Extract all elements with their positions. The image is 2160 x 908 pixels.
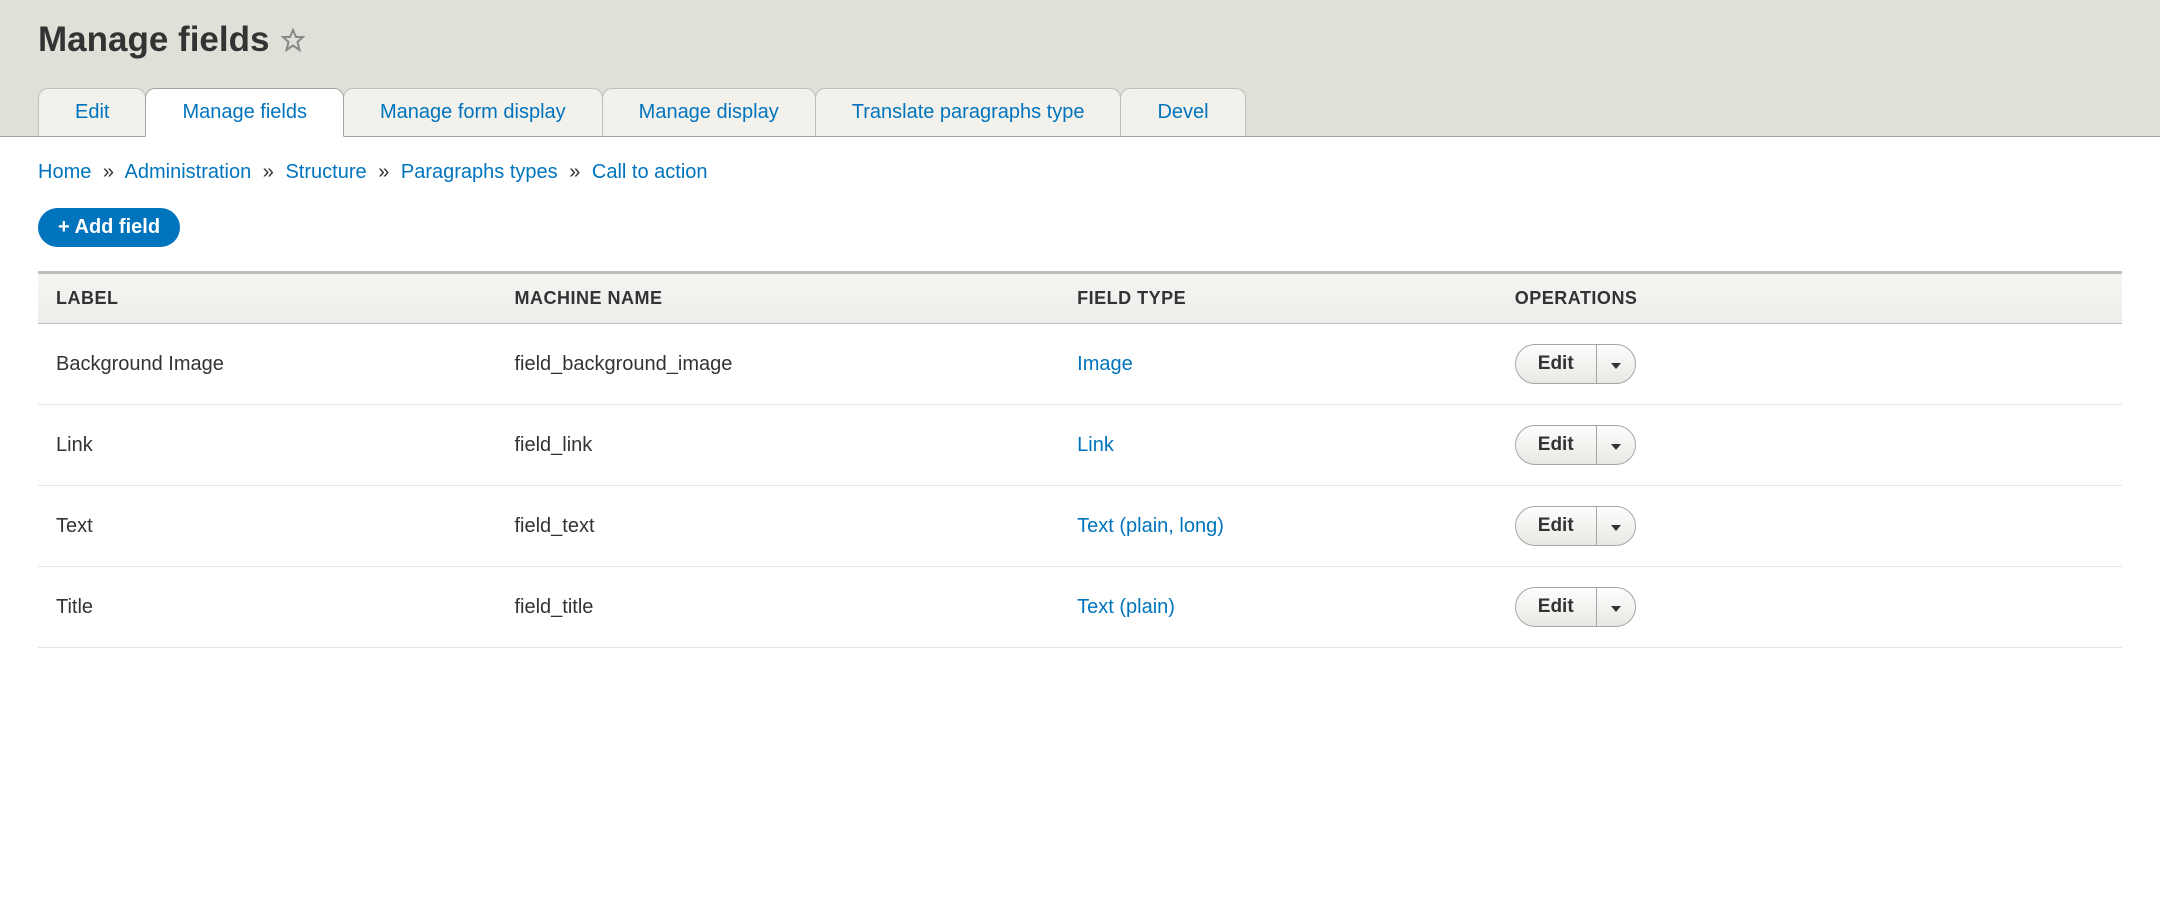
- breadcrumb-link[interactable]: Call to action: [592, 161, 708, 183]
- table-header-row: LABEL MACHINE NAME FIELD TYPE OPERATIONS: [38, 273, 2122, 324]
- cell-label: Background Image: [38, 324, 496, 405]
- breadcrumb-separator: »: [263, 161, 274, 183]
- cell-operations: Edit: [1497, 486, 2122, 567]
- cell-field-type: Text (plain, long): [1059, 486, 1497, 567]
- table-header-machine: MACHINE NAME: [496, 273, 1059, 324]
- dropbutton-toggle[interactable]: [1596, 345, 1635, 383]
- tab-label[interactable]: Manage form display: [344, 89, 602, 136]
- chevron-down-icon: [1611, 519, 1621, 534]
- field-type-link[interactable]: Text (plain): [1077, 596, 1175, 618]
- cell-operations: Edit: [1497, 405, 2122, 486]
- tab-manage-fields[interactable]: Manage fields: [145, 88, 344, 137]
- edit-button[interactable]: Edit: [1516, 426, 1596, 464]
- tab-manage-form-display[interactable]: Manage form display: [343, 88, 603, 136]
- chevron-down-icon: [1611, 600, 1621, 615]
- table-row: Background Image field_background_image …: [38, 324, 2122, 405]
- dropbutton: Edit: [1515, 587, 1636, 627]
- dropbutton: Edit: [1515, 506, 1636, 546]
- breadcrumb-link[interactable]: Home: [38, 161, 91, 183]
- add-field-button[interactable]: + Add field: [38, 208, 180, 247]
- dropbutton-toggle[interactable]: [1596, 426, 1635, 464]
- edit-button[interactable]: Edit: [1516, 507, 1596, 545]
- edit-button[interactable]: Edit: [1516, 345, 1596, 383]
- cell-field-type: Image: [1059, 324, 1497, 405]
- cell-machine-name: field_link: [496, 405, 1059, 486]
- tab-label[interactable]: Manage display: [603, 89, 815, 136]
- table-row: Title field_title Text (plain) Edit: [38, 567, 2122, 648]
- cell-label: Link: [38, 405, 496, 486]
- fields-table: LABEL MACHINE NAME FIELD TYPE OPERATIONS…: [38, 271, 2122, 648]
- table-header-operations: OPERATIONS: [1497, 273, 2122, 324]
- dropbutton-toggle[interactable]: [1596, 507, 1635, 545]
- breadcrumb-link[interactable]: Administration: [125, 161, 252, 183]
- breadcrumb-link[interactable]: Paragraphs types: [401, 161, 558, 183]
- table-header-label: LABEL: [38, 273, 496, 324]
- dropbutton: Edit: [1515, 425, 1636, 465]
- cell-machine-name: field_background_image: [496, 324, 1059, 405]
- table-header-type: FIELD TYPE: [1059, 273, 1497, 324]
- page-title: Manage fields: [38, 20, 269, 60]
- edit-button[interactable]: Edit: [1516, 588, 1596, 626]
- cell-field-type: Link: [1059, 405, 1497, 486]
- field-type-link[interactable]: Image: [1077, 353, 1133, 375]
- chevron-down-icon: [1611, 438, 1621, 453]
- cell-label: Title: [38, 567, 496, 648]
- dropbutton: Edit: [1515, 344, 1636, 384]
- field-type-link[interactable]: Text (plain, long): [1077, 515, 1224, 537]
- chevron-down-icon: [1611, 357, 1621, 372]
- dropbutton-toggle[interactable]: [1596, 588, 1635, 626]
- breadcrumb-separator: »: [378, 161, 389, 183]
- star-icon[interactable]: [281, 28, 305, 52]
- content-region: Home » Administration » Structure » Para…: [0, 137, 2160, 672]
- breadcrumb-separator: »: [103, 161, 114, 183]
- tab-edit[interactable]: Edit: [38, 88, 146, 136]
- tab-label[interactable]: Manage fields: [146, 89, 343, 136]
- table-row: Link field_link Link Edit: [38, 405, 2122, 486]
- tab-devel[interactable]: Devel: [1120, 88, 1245, 136]
- cell-machine-name: field_text: [496, 486, 1059, 567]
- cell-operations: Edit: [1497, 324, 2122, 405]
- tab-manage-display[interactable]: Manage display: [602, 88, 816, 136]
- tab-label[interactable]: Translate paragraphs type: [816, 89, 1121, 136]
- cell-machine-name: field_title: [496, 567, 1059, 648]
- table-row: Text field_text Text (plain, long) Edit: [38, 486, 2122, 567]
- breadcrumb-separator: »: [569, 161, 580, 183]
- cell-label: Text: [38, 486, 496, 567]
- tab-label[interactable]: Edit: [39, 89, 145, 136]
- cell-field-type: Text (plain): [1059, 567, 1497, 648]
- header-region: Manage fields Edit Manage fields Manage …: [0, 0, 2160, 137]
- breadcrumb: Home » Administration » Structure » Para…: [38, 161, 2122, 184]
- tab-translate[interactable]: Translate paragraphs type: [815, 88, 1122, 136]
- tabs: Edit Manage fields Manage form display M…: [38, 88, 2122, 136]
- field-type-link[interactable]: Link: [1077, 434, 1114, 456]
- breadcrumb-link[interactable]: Structure: [285, 161, 366, 183]
- tab-label[interactable]: Devel: [1121, 89, 1244, 136]
- page-title-row: Manage fields: [38, 20, 2122, 60]
- cell-operations: Edit: [1497, 567, 2122, 648]
